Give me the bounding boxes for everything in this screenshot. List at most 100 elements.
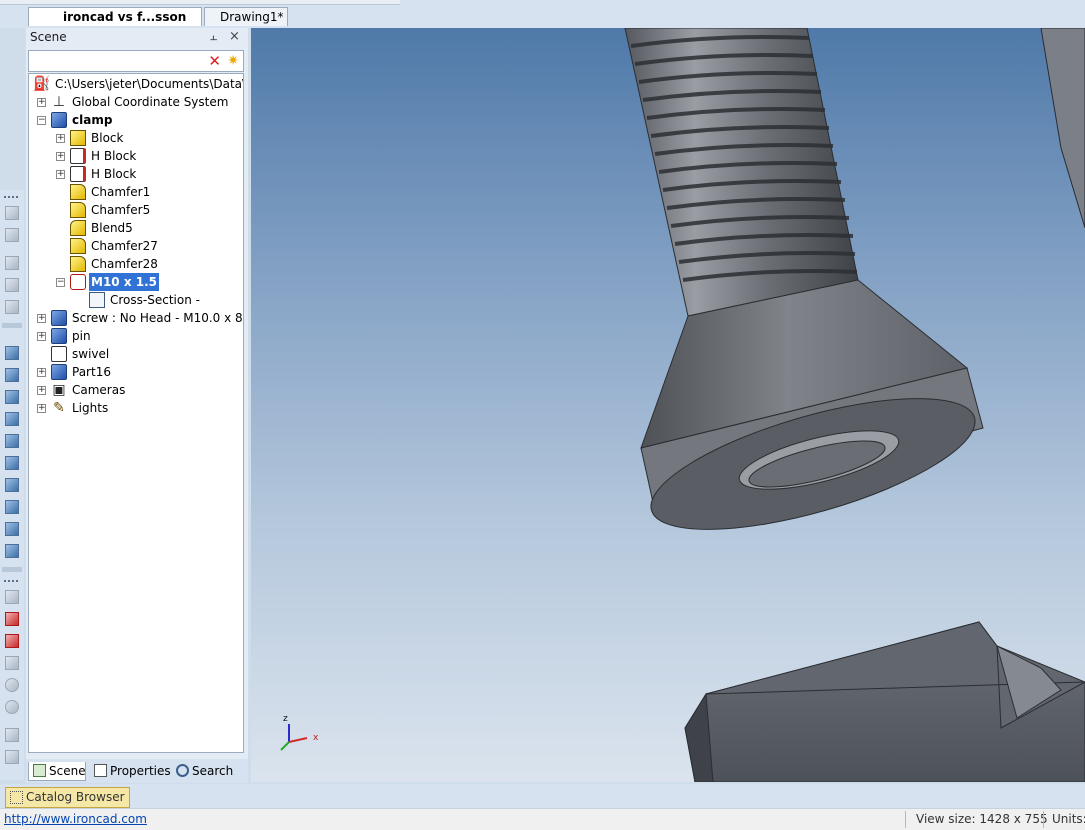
scene-tree: ⛽ C:\Users\jeter\Documents\Data\20 + ⊥ G…	[28, 73, 244, 753]
move-to-front-icon[interactable]	[5, 206, 19, 220]
tree-item-label: C:\Users\jeter\Documents\Data\20	[55, 77, 244, 91]
expand-icon[interactable]: +	[37, 332, 46, 341]
status-divider	[1043, 811, 1044, 828]
catalog-browser-button[interactable]: Catalog Browser	[5, 787, 130, 808]
catalog-strip: Catalog Browser	[0, 784, 1085, 808]
thread-feature-icon	[70, 274, 86, 290]
axis-x-label: x	[313, 733, 319, 743]
render-outline-icon[interactable]	[5, 544, 19, 558]
chamfer-icon	[70, 184, 86, 200]
collapse-icon[interactable]: −	[37, 116, 46, 125]
scene-render: z x	[280, 28, 1085, 782]
tree-item-label: Blend5	[91, 221, 133, 235]
status-divider	[905, 811, 906, 828]
angular-dimension-icon[interactable]	[5, 728, 19, 742]
view-top-icon[interactable]	[5, 390, 19, 404]
new-item-icon[interactable]: ✷	[227, 53, 239, 69]
tab-search[interactable]: Search	[172, 762, 238, 781]
tab-label: Scene	[49, 764, 86, 778]
tab-label: Properties	[110, 764, 171, 778]
screw-head	[640, 279, 984, 530]
measure-distance-icon[interactable]	[5, 590, 19, 604]
view-iso-icon[interactable]	[5, 346, 19, 360]
render-shaded-icon[interactable]	[5, 478, 19, 492]
view-back-icon[interactable]	[5, 434, 19, 448]
expand-icon[interactable]: +	[37, 386, 46, 395]
threaded-screw	[624, 28, 859, 317]
axis-z-label: z	[283, 714, 288, 724]
tab-scene[interactable]: Scene	[28, 762, 86, 781]
angle-icon[interactable]	[5, 656, 19, 670]
properties-tab-icon	[94, 764, 107, 777]
expand-icon[interactable]: +	[56, 134, 65, 143]
document-tab-bar: ironcad vs f...sson 3* × Drawing1*	[0, 0, 1085, 43]
units-readout: Units:	[1052, 812, 1085, 826]
chamfer-icon	[70, 256, 86, 272]
tab-label: Search	[192, 764, 234, 778]
tree-item-label: Part16	[72, 365, 111, 379]
block-feature-icon	[70, 130, 86, 146]
view-front-icon[interactable]	[5, 368, 19, 382]
close-icon[interactable]: ×	[229, 29, 240, 44]
3d-viewport[interactable]: z x	[251, 28, 1085, 782]
left-toolbar	[0, 190, 24, 780]
panel-tab-strip: Scene Properties Search	[26, 759, 248, 783]
website-link[interactable]: http://www.ironcad.com	[4, 812, 147, 826]
expand-icon[interactable]: +	[56, 152, 65, 161]
scene-filter-bar[interactable]: ✕ ✷	[28, 50, 244, 72]
coordinate-triad: z x	[280, 714, 319, 751]
scene-panel: Scene ⫠ × ✕ ✷ ⛽ C:\Users\jeter\Documents…	[26, 28, 248, 783]
circle-measure-icon[interactable]	[5, 678, 19, 692]
search-tab-icon	[176, 764, 189, 777]
copy-shape-icon[interactable]	[5, 256, 19, 270]
tab-ironcad-vs-lesson[interactable]: ironcad vs f...sson 3* ×	[28, 7, 202, 43]
toolbar-separator	[2, 567, 22, 572]
clamp-block	[684, 621, 1085, 782]
cross-section-icon	[89, 292, 105, 308]
no-constraint-icon[interactable]	[5, 700, 19, 714]
tree-item-label: Cameras	[72, 383, 126, 397]
view-bottom-icon[interactable]	[5, 456, 19, 470]
pin-icon[interactable]: ⫠	[210, 29, 217, 44]
expand-icon[interactable]: +	[37, 314, 46, 323]
render-hidden-icon[interactable]	[5, 522, 19, 536]
collapse-icon[interactable]: −	[56, 278, 65, 287]
render-wireframe-icon[interactable]	[5, 500, 19, 514]
light-icon: ✎	[53, 400, 65, 416]
toolbar-grip[interactable]	[4, 196, 18, 200]
delete-icon[interactable]: ✕	[208, 53, 221, 69]
blend-icon	[70, 220, 86, 236]
status-bar: http://www.ironcad.com View size: 1428 x…	[0, 808, 1085, 830]
tree-item-label: Global Coordinate System	[72, 95, 229, 109]
tree-item-label: Chamfer28	[91, 257, 158, 271]
tab-properties[interactable]: Properties	[90, 762, 171, 781]
expand-icon[interactable]: +	[37, 98, 46, 107]
assembly-icon[interactable]	[5, 278, 19, 292]
vertical-bar-icon[interactable]	[5, 750, 19, 764]
expand-icon[interactable]: +	[56, 170, 65, 179]
part-icon	[51, 364, 67, 380]
tab-drawing1[interactable]: Drawing1*	[204, 7, 288, 26]
h-block-feature-icon	[70, 148, 86, 164]
constraint-icon[interactable]	[5, 634, 19, 648]
tree-item-label: Screw : No Head - M10.0 x 80.0	[72, 311, 244, 325]
toolbar-grip[interactable]	[4, 580, 18, 584]
smart-dimension-icon[interactable]	[5, 612, 19, 626]
view-right-icon[interactable]	[5, 412, 19, 426]
scene-tab-icon	[33, 764, 46, 777]
part-outline-icon	[51, 346, 67, 362]
tree-item-label: Lights	[72, 401, 109, 415]
tree-item-label: swivel	[72, 347, 110, 361]
coordinate-system-icon: ⊥	[52, 94, 66, 110]
tree-item-label: pin	[72, 329, 91, 343]
h-block-feature-icon	[70, 166, 86, 182]
title-strip	[0, 0, 400, 5]
chamfer-icon	[70, 238, 86, 254]
tree-item-label: Chamfer27	[91, 239, 158, 253]
group-icon[interactable]	[5, 228, 19, 242]
tree-item-label: Block	[91, 131, 124, 145]
disassemble-icon[interactable]	[5, 300, 19, 314]
expand-icon[interactable]: +	[37, 368, 46, 377]
catalog-icon	[10, 791, 23, 804]
expand-icon[interactable]: +	[37, 404, 46, 413]
